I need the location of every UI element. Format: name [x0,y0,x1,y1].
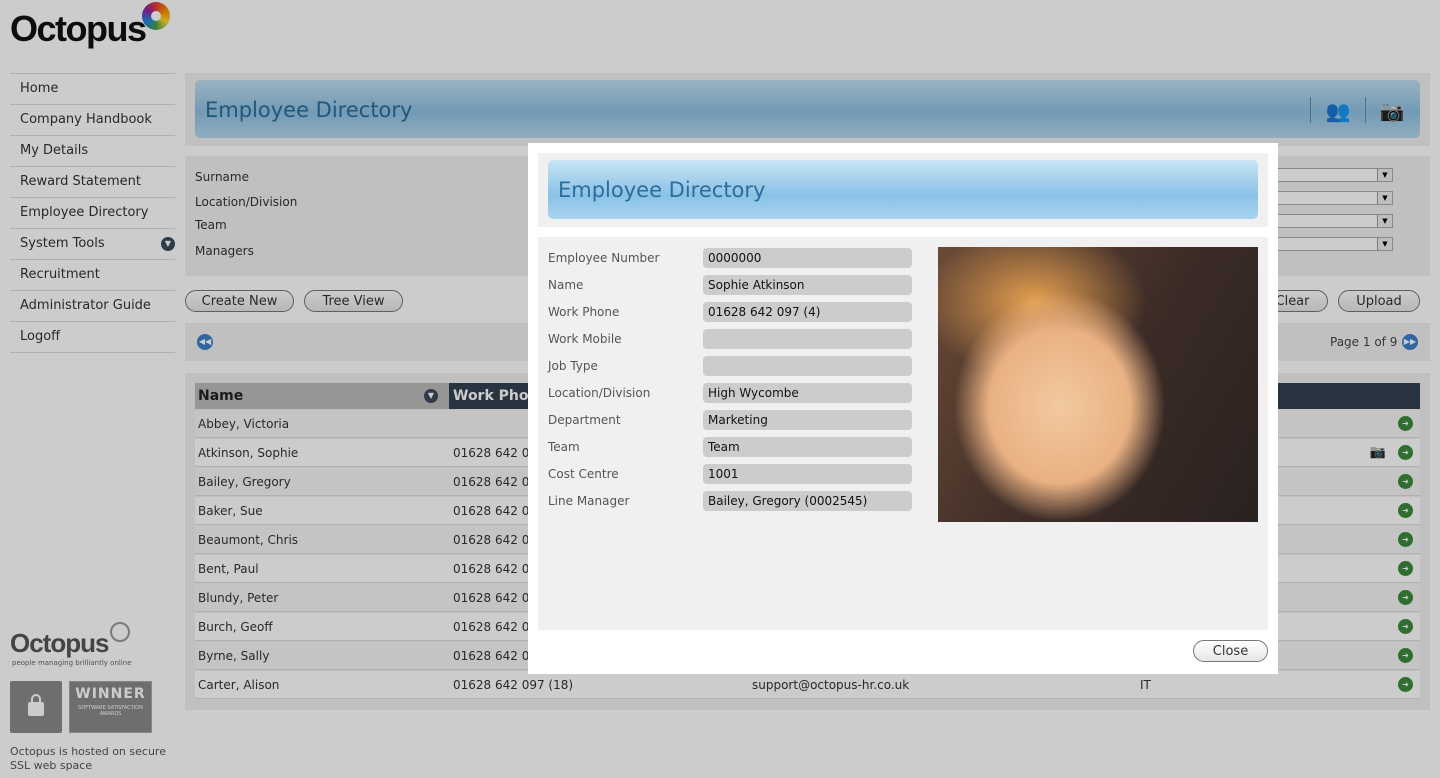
field-team: Team [703,437,912,457]
field-label-job-type: Job Type [548,359,598,373]
field-work-phone: 01628 642 097 (4) [703,302,912,322]
field-job-type [703,356,912,376]
modal-title: Employee Directory [558,178,766,202]
field-cost-centre: 1001 [703,464,912,484]
close-button[interactable]: Close [1193,640,1268,662]
field-name: Sophie Atkinson [703,275,912,295]
field-label-location: Location/Division [548,386,651,400]
field-label-name: Name [548,278,584,292]
field-employee-number: 0000000 [703,248,912,268]
field-department: Marketing [703,410,912,430]
field-label-team: Team [548,440,580,454]
field-work-mobile [703,329,912,349]
field-label-work-mobile: Work Mobile [548,332,622,346]
field-location: High Wycombe [703,383,912,403]
field-label-department: Department [548,413,621,427]
employee-photo [938,247,1258,522]
field-label-cost-centre: Cost Centre [548,467,619,481]
field-label-line-manager: Line Manager [548,494,630,508]
field-label-employee-number: Employee Number [548,251,660,265]
field-label-work-phone: Work Phone [548,305,620,319]
field-line-manager: Bailey, Gregory (0002545) [703,491,912,511]
